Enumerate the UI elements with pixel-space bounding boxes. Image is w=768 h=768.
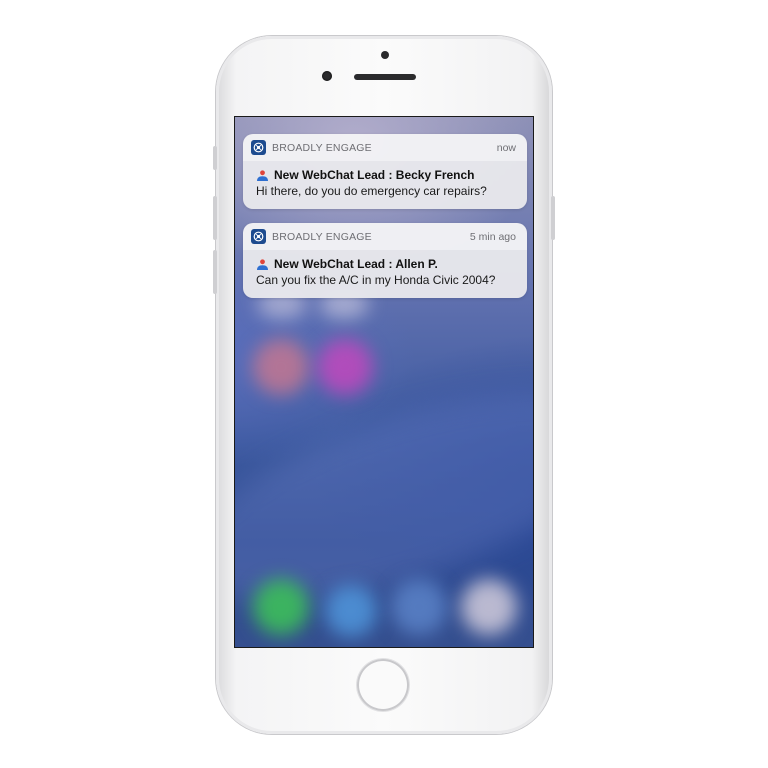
- notification-card[interactable]: BROADLY ENGAGE 5 min ago New WebChat Lea…: [243, 223, 527, 298]
- blurred-app-icon: [253, 339, 309, 395]
- mute-switch[interactable]: [213, 146, 217, 170]
- lock-screen: BROADLY ENGAGE now New WebChat Lead : Be…: [234, 116, 534, 648]
- broadly-logo-icon: [251, 140, 266, 155]
- blurred-dock-icon: [325, 585, 377, 637]
- blurred-dock-icon: [253, 579, 309, 635]
- notification-header: BROADLY ENGAGE now: [243, 134, 527, 161]
- notification-title: New WebChat Lead : Becky French: [274, 167, 475, 182]
- notification-title: New WebChat Lead : Allen P.: [274, 256, 438, 271]
- notification-title-row: New WebChat Lead : Allen P.: [256, 255, 515, 272]
- blurred-dock-icon: [391, 579, 447, 635]
- lead-person-icon: [256, 169, 269, 181]
- volume-up-button[interactable]: [213, 196, 217, 240]
- notification-body: New WebChat Lead : Allen P. Can you fix …: [243, 250, 527, 298]
- front-camera-icon: [322, 71, 332, 81]
- notification-app-name: BROADLY ENGAGE: [272, 141, 372, 154]
- volume-down-button[interactable]: [213, 250, 217, 294]
- notification-message: Can you fix the A/C in my Honda Civic 20…: [256, 273, 496, 287]
- notification-time: now: [496, 141, 516, 154]
- notification-body: New WebChat Lead : Becky French Hi there…: [243, 161, 527, 209]
- proximity-sensor: [381, 51, 389, 59]
- notification-title-row: New WebChat Lead : Becky French: [256, 166, 515, 183]
- broadly-logo-icon: [251, 229, 266, 244]
- blurred-dock-icon: [461, 579, 517, 635]
- notification-app-name: BROADLY ENGAGE: [272, 230, 372, 243]
- iphone-device: BROADLY ENGAGE now New WebChat Lead : Be…: [213, 36, 555, 734]
- lead-person-icon: [256, 258, 269, 270]
- notification-time: 5 min ago: [469, 230, 516, 243]
- power-button[interactable]: [551, 196, 555, 240]
- blurred-app-icon: [317, 339, 373, 395]
- notification-card[interactable]: BROADLY ENGAGE now New WebChat Lead : Be…: [243, 134, 527, 209]
- notification-message: Hi there, do you do emergency car repair…: [256, 184, 487, 198]
- home-button[interactable]: [357, 659, 409, 711]
- notification-header: BROADLY ENGAGE 5 min ago: [243, 223, 527, 250]
- earpiece-speaker: [354, 74, 416, 80]
- stage: BROADLY ENGAGE now New WebChat Lead : Be…: [0, 0, 768, 768]
